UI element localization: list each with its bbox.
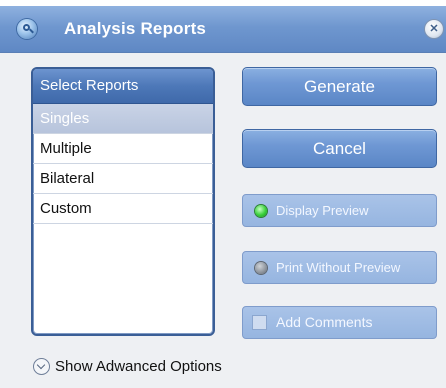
add-comments-toggle[interactable]: Add Comments (242, 306, 437, 339)
window-title: Analysis Reports (64, 19, 207, 38)
display-preview-button[interactable]: Display Preview (242, 194, 437, 227)
reports-listbox[interactable]: Select Reports Singles Multiple Bilatera… (31, 67, 215, 336)
status-led-off-icon (255, 262, 267, 274)
list-item-custom[interactable]: Custom (33, 194, 213, 224)
close-icon[interactable]: ✕ (425, 20, 443, 38)
list-item-bilateral[interactable]: Bilateral (33, 164, 213, 194)
cancel-button[interactable]: Cancel (242, 129, 437, 168)
title-bar[interactable]: Analysis Reports ✕ (0, 6, 446, 53)
generate-button[interactable]: Generate (242, 67, 437, 106)
listbox-header: Select Reports (33, 69, 213, 104)
display-preview-label: Display Preview (276, 203, 369, 218)
status-led-on-icon (255, 205, 267, 217)
print-without-preview-label: Print Without Preview (276, 260, 401, 275)
list-item-singles[interactable]: Singles (33, 104, 213, 134)
list-item-multiple[interactable]: Multiple (33, 134, 213, 164)
add-comments-checkbox[interactable] (252, 315, 267, 330)
add-comments-label: Add Comments (276, 314, 373, 330)
show-advanced-options-link[interactable]: Show Adwanced Options (55, 358, 222, 375)
chevron-down-icon[interactable] (33, 358, 50, 375)
analysis-reports-window: Analysis Reports ✕ Select Reports Single… (0, 0, 446, 388)
print-without-preview-button[interactable]: Print Without Preview (242, 251, 437, 284)
analysis-icon (17, 19, 37, 39)
